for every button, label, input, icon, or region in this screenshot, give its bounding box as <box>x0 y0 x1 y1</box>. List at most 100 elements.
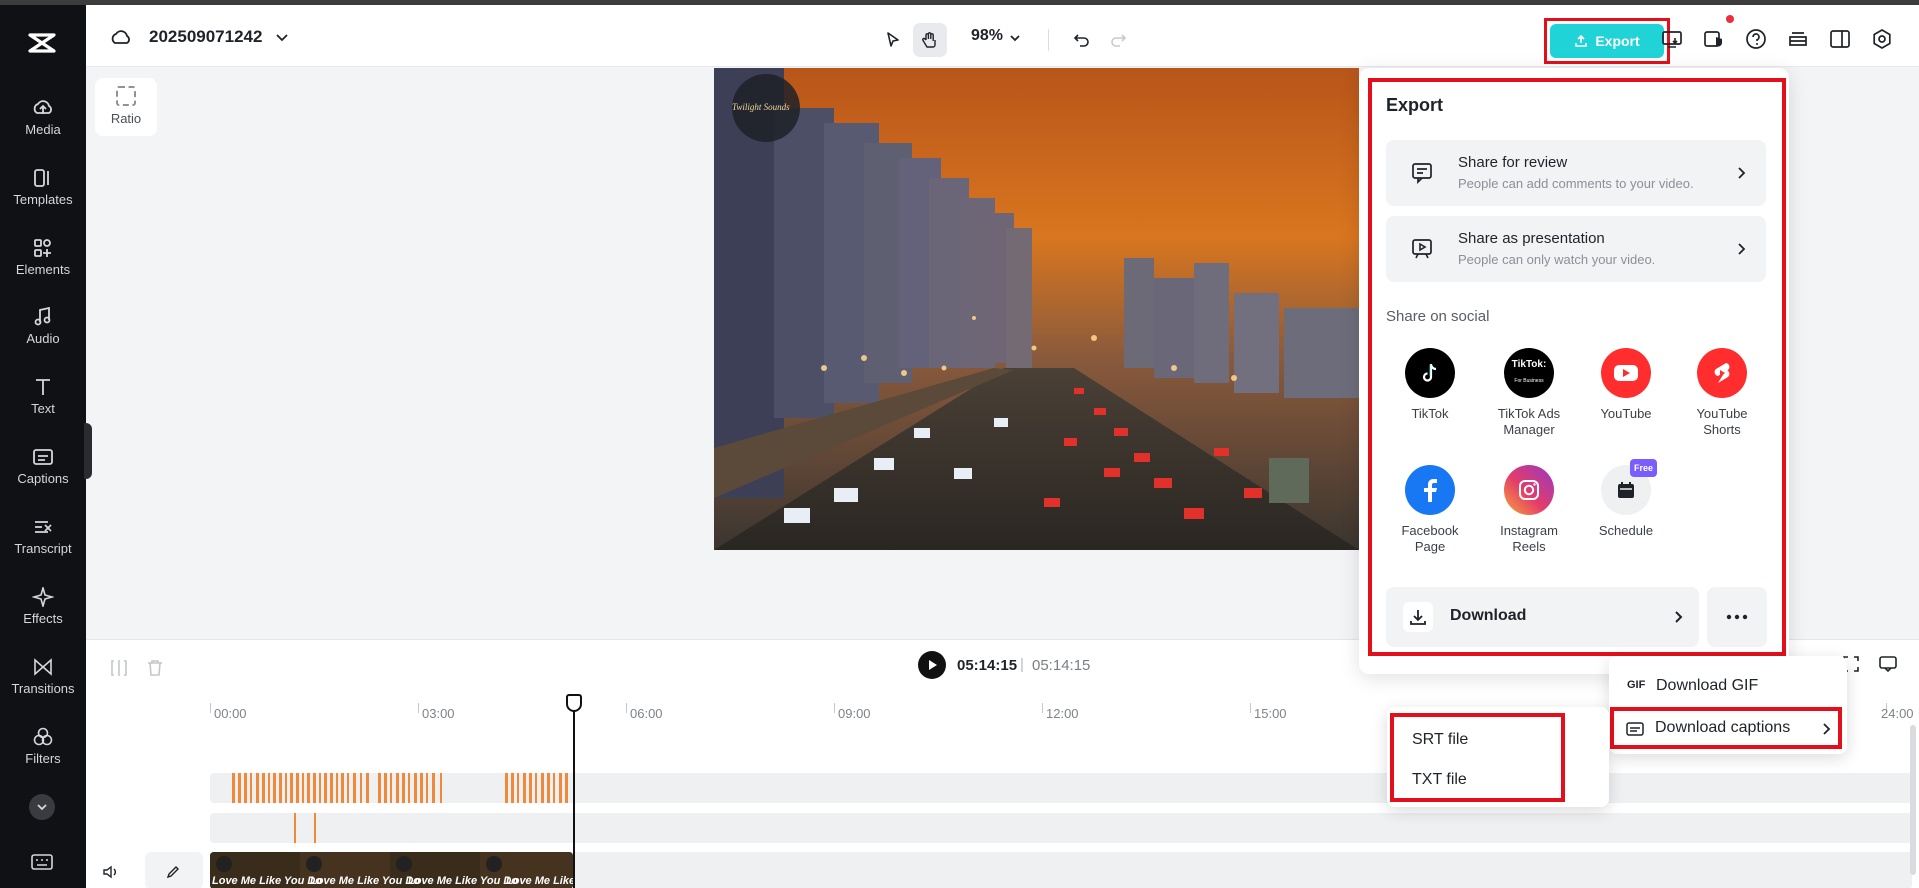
youtube-icon <box>1601 348 1651 398</box>
timeline-scrollbar[interactable] <box>1910 725 1916 875</box>
project-name[interactable]: 202509071242 <box>149 27 262 47</box>
ruler-label: 24:00 <box>1881 706 1914 721</box>
sidebar-item-elements[interactable]: Elements <box>0 238 86 298</box>
toolbar-divider <box>1048 29 1049 51</box>
sidebar-item-effects[interactable]: Effects <box>0 587 86 647</box>
audio-track[interactable] <box>210 813 1912 843</box>
comment-icon <box>1412 163 1432 185</box>
sidebar-label-templates: Templates <box>13 192 73 207</box>
chevron-down-icon[interactable] <box>274 29 290 45</box>
split-icon[interactable] <box>108 657 130 679</box>
ruler-label: 00:00 <box>214 706 247 721</box>
gif-icon: GIF <box>1627 679 1646 691</box>
video-overlay-text: Twilight Sounds <box>732 102 790 112</box>
instagram-icon <box>1504 465 1554 515</box>
sidebar-item-transcript[interactable]: Transcript <box>0 517 86 577</box>
tiktok-ads-logo-sub: For Business <box>1514 378 1544 384</box>
sidebar-label-media: Media <box>25 122 61 137</box>
sidebar-label-text: Text <box>31 401 55 416</box>
social-label: YouTube <box>1600 406 1652 421</box>
share-review-title: Share for review <box>1458 154 1568 171</box>
txt-file-item[interactable]: TXT file <box>1412 771 1467 789</box>
playhead-line[interactable] <box>573 694 575 888</box>
download-captions-label: Download captions <box>1655 719 1791 736</box>
social-label: Instagram Reels <box>1500 523 1558 554</box>
sidebar-item-transitions[interactable]: Transitions <box>0 657 86 717</box>
export-panel-title: Export <box>1386 95 1444 115</box>
sidebar-item-captions[interactable]: Captions <box>0 447 86 507</box>
cloud-upload-icon <box>33 100 52 114</box>
sidebar-item-media[interactable]: Media <box>0 98 86 158</box>
transcript-icon <box>35 521 52 533</box>
timecode-separator: | <box>1020 656 1024 673</box>
caption-track[interactable] <box>210 773 1912 803</box>
redo-icon <box>1111 34 1127 47</box>
sidebar-collapse-handle[interactable] <box>84 423 92 479</box>
social-label: YouTube Shorts <box>1696 406 1748 437</box>
more-options-button[interactable] <box>1707 587 1767 647</box>
presentation-icon <box>1412 239 1432 259</box>
share-as-presentation-button[interactable]: Share as presentation People can only wa… <box>1386 216 1766 282</box>
play-icon <box>929 660 937 670</box>
ruler-tick <box>418 703 419 713</box>
city-traffic-image: Twilight Sounds <box>714 68 1359 550</box>
top-toolbar: 202509071242 98% Export <box>86 5 1919 67</box>
volume-icon[interactable] <box>102 864 120 880</box>
comment-icon[interactable] <box>1878 655 1898 673</box>
cloud-icon[interactable] <box>110 27 132 47</box>
social-instagram-button[interactable]: Instagram Reels <box>1484 465 1574 555</box>
sidebar-item-text[interactable]: Text <box>0 377 86 437</box>
filters-icon <box>33 727 53 746</box>
help-button[interactable] <box>1742 25 1770 53</box>
video-clip[interactable]: Love Me Like You Do Love Me Like You Do … <box>210 852 573 888</box>
ruler-tick <box>626 703 627 713</box>
ruler-tick <box>1042 703 1043 713</box>
playhead-handle[interactable] <box>566 694 582 712</box>
social-youtube-button[interactable]: YouTube <box>1581 348 1671 422</box>
social-tiktok-button[interactable]: TikTok <box>1385 348 1475 422</box>
sidebar-item-filters[interactable]: Filters <box>0 727 86 787</box>
social-label: Schedule <box>1598 523 1654 538</box>
download-icon <box>1403 602 1433 632</box>
select-tool-button[interactable] <box>876 23 910 57</box>
social-facebook-button[interactable]: Facebook Page <box>1385 465 1475 555</box>
capcut-logo-icon[interactable] <box>24 25 60 61</box>
zoom-level[interactable]: 98% <box>971 27 1003 45</box>
panel-toggle-button[interactable] <box>1826 25 1854 53</box>
sidebar-item-templates[interactable]: Templates <box>0 168 86 228</box>
social-youtube-shorts-button[interactable]: YouTube Shorts <box>1677 348 1767 438</box>
hand-tool-button[interactable] <box>913 23 947 57</box>
ellipsis-icon <box>1726 614 1748 620</box>
undo-button[interactable] <box>1064 23 1098 57</box>
video-preview[interactable]: Twilight Sounds <box>714 68 1359 550</box>
present-button[interactable] <box>1658 25 1686 53</box>
srt-file-item[interactable]: SRT file <box>1412 731 1468 749</box>
clip-label: Love Me Like You Do <box>212 875 323 887</box>
track-edit-button[interactable] <box>145 852 203 888</box>
ruler-label: 03:00 <box>422 706 455 721</box>
delete-icon[interactable] <box>144 657 166 679</box>
layers-button[interactable] <box>1784 25 1812 53</box>
social-tiktok-ads-button[interactable]: TikTok: For Business TikTok Ads Manager <box>1484 348 1574 438</box>
chevron-down-icon[interactable] <box>1008 31 1022 45</box>
settings-button[interactable] <box>1868 25 1896 53</box>
download-captions-item[interactable]: Download captions <box>1610 707 1842 749</box>
share-review-subtitle: People can add comments to your video. <box>1458 176 1694 191</box>
share-for-review-button[interactable]: Share for review People can add comments… <box>1386 140 1766 206</box>
ratio-button[interactable]: Ratio <box>95 78 157 136</box>
total-timecode: 05:14:15 <box>1032 657 1091 674</box>
redo-button[interactable] <box>1102 23 1136 57</box>
export-button-label: Export <box>1595 33 1640 49</box>
download-gif-item[interactable]: Download GIF <box>1656 677 1758 695</box>
sidebar-more-button[interactable] <box>29 794 55 820</box>
captions-icon <box>1626 722 1644 736</box>
export-button[interactable]: Export <box>1544 18 1670 64</box>
keyboard-icon[interactable] <box>31 853 53 871</box>
download-button[interactable]: Download <box>1386 587 1699 647</box>
social-schedule-button[interactable]: Free Schedule <box>1581 459 1671 539</box>
sidebar-label-captions: Captions <box>17 471 69 486</box>
play-button[interactable] <box>918 651 946 679</box>
sidebar-item-audio[interactable]: Audio <box>0 307 86 367</box>
notifications-button[interactable] <box>1700 25 1728 53</box>
ruler-label: 09:00 <box>838 706 871 721</box>
